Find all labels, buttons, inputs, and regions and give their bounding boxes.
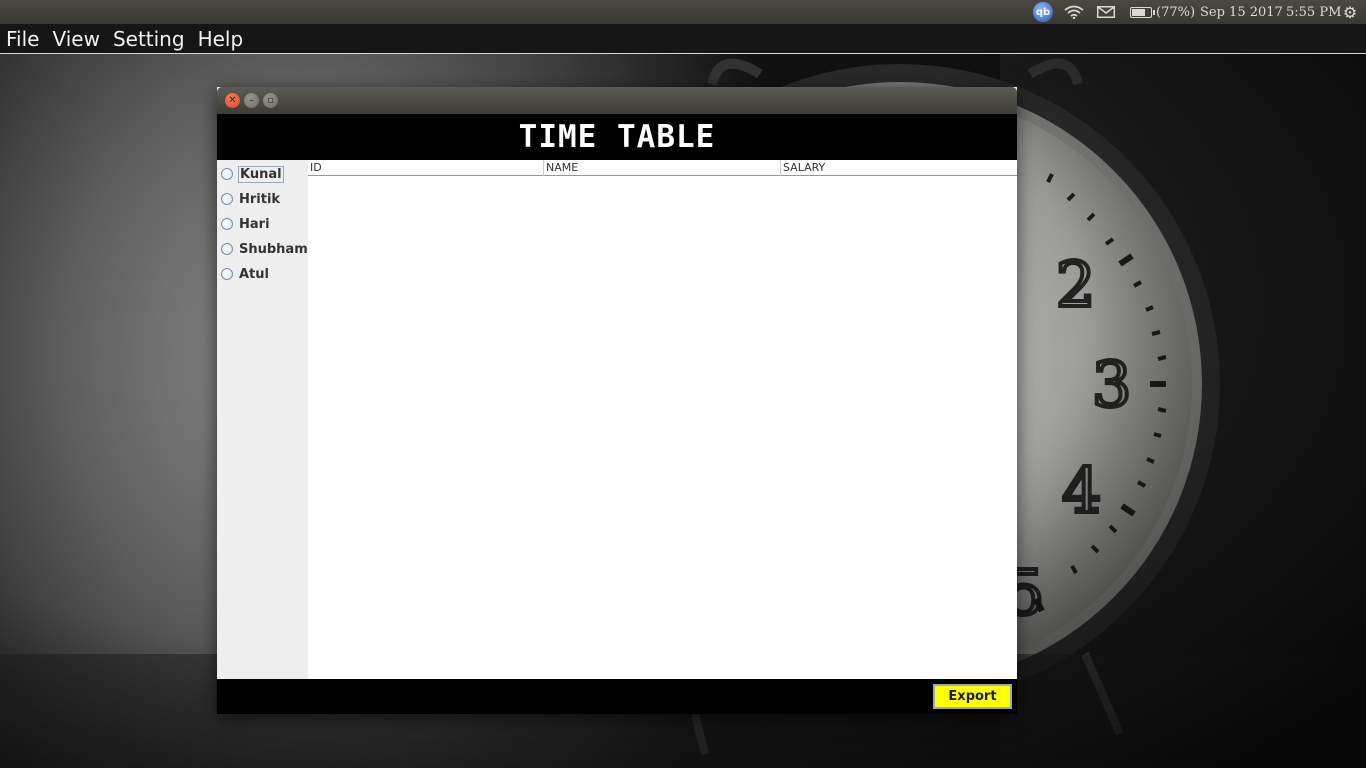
battery-indicator[interactable]: (77%) [1130,0,1195,24]
page-title: TIME TABLE [518,119,716,155]
window-maximize-button[interactable]: ▫ [263,93,278,108]
radio-label: Hari [239,216,270,232]
wifi-indicator[interactable] [1064,0,1086,24]
system-settings[interactable]: ⚙ [1340,0,1360,24]
timetable-window: ✕ – ▫ TIME TABLE Kunal Hritik Hari Shubh… [217,87,1017,714]
table-header: ID NAME SALARY [308,160,1017,176]
system-panel: qb (77%) Sep 15 2017 5:55 PM ⚙ [0,0,1366,24]
column-header-salary[interactable]: SALARY [781,160,1017,176]
radio-option-shubham[interactable]: Shubham [221,239,309,259]
column-header-id[interactable]: ID [308,160,544,176]
radio-label: Kunal [238,165,284,183]
radio-button[interactable] [221,218,233,230]
mail-icon [1097,6,1115,18]
footer-band: Export [217,679,1017,714]
menu-setting[interactable]: Setting [113,27,185,51]
date-text: Sep 15 2017 [1200,4,1283,20]
radio-button[interactable] [221,193,233,205]
user-indicator[interactable]: qb [1032,0,1054,24]
window-minimize-button[interactable]: – [244,93,259,108]
minimize-icon: – [249,94,254,106]
time-text: 5:55 PM [1286,4,1342,20]
menu-help[interactable]: Help [198,27,244,51]
window-titlebar[interactable]: ✕ – ▫ [217,87,1017,114]
radio-option-atul[interactable]: Atul [221,264,270,284]
radio-option-hari[interactable]: Hari [221,214,271,234]
radio-label: Shubham [239,241,308,257]
radio-label: Atul [239,266,269,282]
battery-icon [1130,6,1155,18]
app-menubar: File View Setting Help [0,24,1366,54]
radio-button[interactable] [221,168,233,180]
export-button[interactable]: Export [933,684,1012,709]
radio-button[interactable] [221,243,233,255]
user-icon: qb [1033,2,1053,22]
battery-percent: (77%) [1156,4,1196,20]
gear-icon: ⚙ [1342,2,1358,22]
maximize-icon: ▫ [267,94,274,106]
header-band: TIME TABLE [217,114,1017,160]
clock-display[interactable]: 5:55 PM [1286,0,1341,24]
employee-radio-list: Kunal Hritik Hari Shubham Atul [217,160,308,679]
wifi-icon [1064,5,1084,19]
window-close-button[interactable]: ✕ [225,93,240,108]
radio-option-hritik[interactable]: Hritik [221,189,281,209]
radio-option-kunal[interactable]: Kunal [221,164,284,184]
menu-view[interactable]: View [52,27,99,51]
close-icon: ✕ [228,94,237,106]
menu-file[interactable]: File [6,27,39,51]
data-table[interactable]: ID NAME SALARY [308,160,1017,679]
mail-indicator[interactable] [1097,0,1117,24]
date-display[interactable]: Sep 15 2017 [1200,0,1283,24]
column-header-name[interactable]: NAME [544,160,781,176]
radio-label: Hritik [239,191,281,207]
radio-button[interactable] [221,268,233,280]
